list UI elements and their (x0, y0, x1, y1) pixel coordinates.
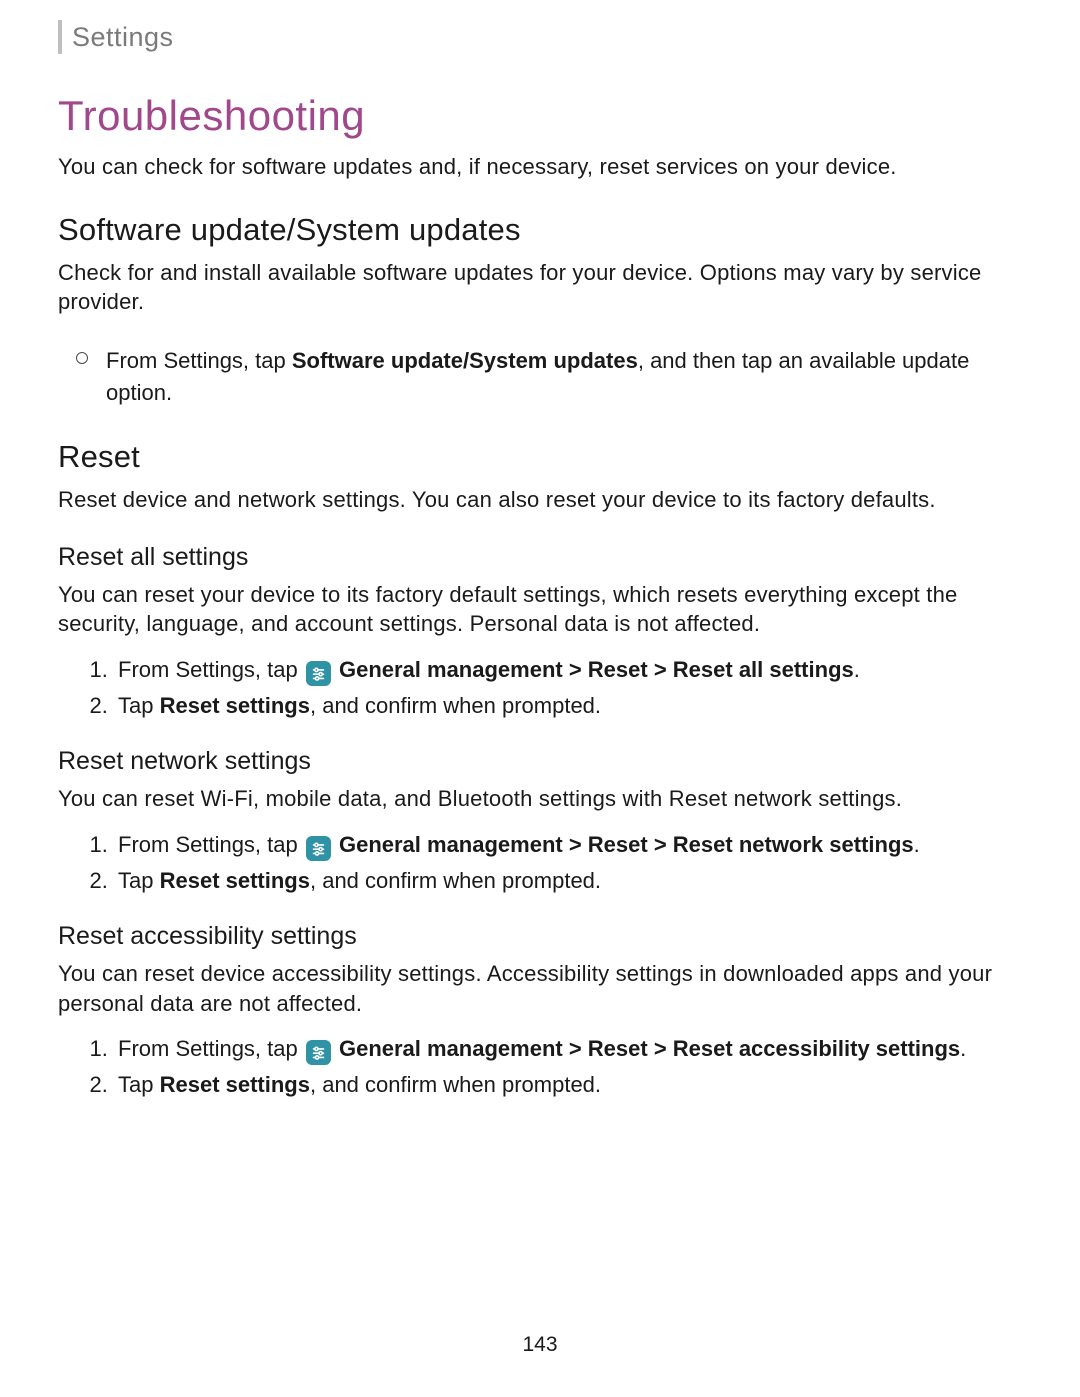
reset-network-settings-body: You can reset Wi-Fi, mobile data, and Bl… (58, 784, 1022, 814)
reset-network-settings-steps: From Settings, tap General management > … (58, 828, 1022, 898)
step-text: . (854, 657, 860, 682)
step-bold: General management > Reset > Reset all s… (333, 657, 854, 682)
reset-network-settings-heading: Reset network settings (58, 747, 1022, 776)
step-text: From Settings, tap (118, 832, 304, 857)
step-text: . (960, 1036, 966, 1061)
reset-all-settings-body: You can reset your device to its factory… (58, 580, 1022, 639)
reset-accessibility-settings-body: You can reset device accessibility setti… (58, 959, 1022, 1018)
section-software-update-heading: Software update/System updates (58, 212, 1022, 248)
list-item: Tap Reset settings, and confirm when pro… (114, 689, 1022, 723)
step-text: Tap (118, 693, 160, 718)
list-item: Tap Reset settings, and confirm when pro… (114, 864, 1022, 898)
step-text: , and confirm when prompted. (310, 693, 601, 718)
section-software-update-body: Check for and install available software… (58, 258, 1022, 317)
breadcrumb-bar (58, 20, 62, 54)
step-bold: General management > Reset > Reset acces… (333, 1036, 960, 1061)
step-text: Tap (118, 1072, 160, 1097)
reset-accessibility-settings-heading: Reset accessibility settings (58, 922, 1022, 951)
breadcrumb: Settings (58, 20, 1022, 54)
list-item: From Settings, tap General management > … (114, 653, 1022, 687)
step-text: , and confirm when prompted. (310, 868, 601, 893)
general-management-icon (306, 836, 331, 861)
step-bold: Software update/System updates (292, 348, 638, 373)
step-text: From Settings, tap (106, 348, 292, 373)
page-title: Troubleshooting (58, 92, 1022, 140)
software-update-steps: From Settings, tap Software update/Syste… (58, 345, 1022, 409)
general-management-icon (306, 661, 331, 686)
step-text: From Settings, tap (118, 657, 304, 682)
reset-all-settings-heading: Reset all settings (58, 543, 1022, 572)
reset-all-settings-steps: From Settings, tap General management > … (58, 653, 1022, 723)
intro-paragraph: You can check for software updates and, … (58, 152, 1022, 182)
step-text: . (914, 832, 920, 857)
document-page: Settings Troubleshooting You can check f… (0, 0, 1080, 1397)
breadcrumb-text: Settings (72, 22, 174, 53)
page-number: 143 (0, 1333, 1080, 1357)
software-update-step: From Settings, tap Software update/Syste… (106, 345, 1022, 409)
list-item: From Settings, tap General management > … (114, 828, 1022, 862)
step-bold: Reset settings (160, 868, 310, 893)
step-bold: Reset settings (160, 1072, 310, 1097)
step-bold: General management > Reset > Reset netwo… (333, 832, 914, 857)
step-text: , and confirm when prompted. (310, 1072, 601, 1097)
step-bold: Reset settings (160, 693, 310, 718)
list-item: Tap Reset settings, and confirm when pro… (114, 1068, 1022, 1102)
step-text: Tap (118, 868, 160, 893)
list-item: From Settings, tap General management > … (114, 1032, 1022, 1066)
step-text: From Settings, tap (118, 1036, 304, 1061)
section-reset-body: Reset device and network settings. You c… (58, 485, 1022, 515)
general-management-icon (306, 1040, 331, 1065)
section-reset-heading: Reset (58, 439, 1022, 475)
reset-accessibility-settings-steps: From Settings, tap General management > … (58, 1032, 1022, 1102)
